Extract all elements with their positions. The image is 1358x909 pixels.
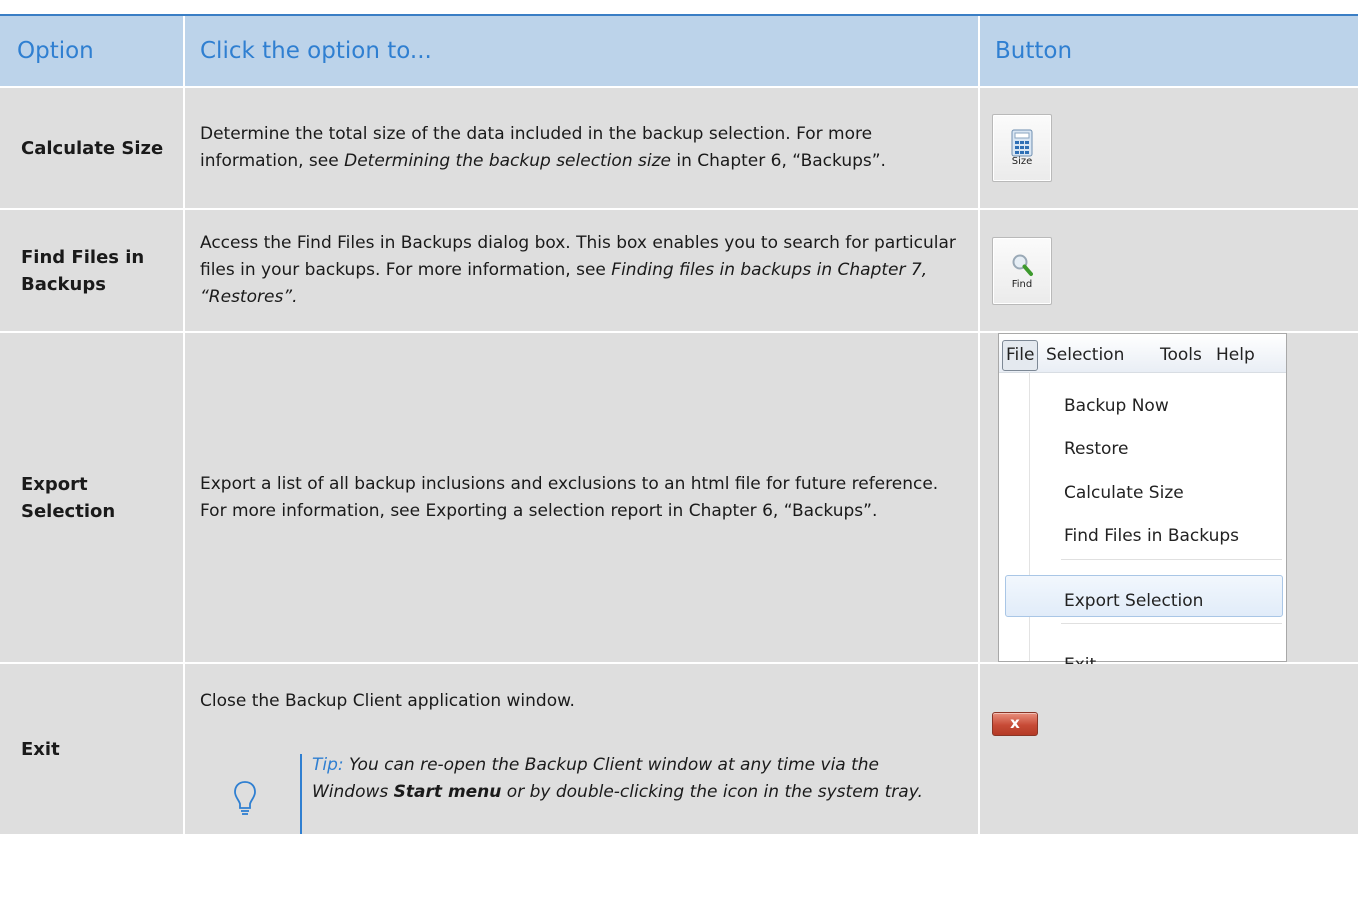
table-row: Calculate Size Determine the total size … bbox=[0, 86, 1358, 209]
menu-gutter bbox=[1029, 372, 1030, 661]
table-header-row: Option Click the option to... Button bbox=[0, 16, 1358, 87]
desc-reference: Determining the backup selection size bbox=[344, 151, 671, 171]
option-description: Access the Find Files in Backups dialog … bbox=[183, 208, 979, 332]
option-description: Export a list of all backup inclusions a… bbox=[183, 331, 979, 663]
button-cell: Size bbox=[978, 86, 1358, 209]
button-cell: Find bbox=[978, 208, 1358, 332]
find-button[interactable]: Find bbox=[992, 236, 1052, 305]
size-button-label: Size bbox=[1011, 156, 1033, 167]
table-row: Exit Close the Backup Client application… bbox=[0, 662, 1358, 834]
header-description: Click the option to... bbox=[183, 16, 979, 87]
exit-description: Close the Backup Client application wind… bbox=[200, 664, 963, 834]
menu-item-export-selection[interactable]: Export Selection bbox=[1064, 588, 1203, 615]
menu-file[interactable]: File bbox=[1002, 340, 1039, 371]
file-menu-screenshot: File Selection Tools Help Backup Now Res… bbox=[998, 333, 1287, 675]
button-cell: File Selection Tools Help Backup Now Res… bbox=[978, 331, 1358, 675]
menu-help[interactable]: Help bbox=[1216, 342, 1255, 369]
options-table: Option Click the option to... Button Cal… bbox=[0, 16, 1358, 834]
table-row: Find Files in Backups Access the Find Fi… bbox=[0, 208, 1358, 332]
menu-selection[interactable]: Selection bbox=[1046, 342, 1124, 369]
tip-start-menu: Start menu bbox=[393, 782, 502, 802]
menu-tools[interactable]: Tools bbox=[1160, 342, 1202, 369]
tip-text: Tip: You can re-open the Backup Client w… bbox=[312, 752, 952, 806]
tip-body-c: or by double-clicking the icon in the sy… bbox=[501, 782, 923, 802]
desc-tail: in Chapter 6, “Backups”. bbox=[670, 151, 886, 171]
lightbulb-icon bbox=[234, 781, 256, 815]
option-description: Determine the total size of the data inc… bbox=[183, 86, 979, 209]
tip-label: Tip: bbox=[312, 755, 344, 775]
header-option: Option bbox=[0, 16, 184, 87]
option-name: Exit bbox=[0, 662, 184, 834]
menu-item-find-files[interactable]: Find Files in Backups bbox=[1064, 523, 1239, 550]
option-name: Export Selection bbox=[0, 331, 184, 663]
find-button-label: Find bbox=[1011, 278, 1033, 290]
menu-item-backup-now[interactable]: Backup Now bbox=[1064, 393, 1169, 420]
desc-text: Close the Backup Client application wind… bbox=[200, 691, 575, 711]
table-row: Export Selection Export a list of all ba… bbox=[0, 331, 1358, 675]
button-cell: x bbox=[978, 662, 1358, 834]
close-button[interactable]: x bbox=[992, 712, 1038, 736]
header-button: Button bbox=[978, 16, 1358, 87]
option-description: Close the Backup Client application wind… bbox=[183, 662, 979, 834]
menu-item-restore[interactable]: Restore bbox=[1064, 436, 1129, 463]
menu-separator bbox=[1061, 623, 1282, 624]
size-button[interactable]: Size bbox=[992, 114, 1052, 182]
option-name: Find Files in Backups bbox=[0, 208, 184, 332]
menu-separator bbox=[1061, 559, 1282, 560]
close-icon: x bbox=[1010, 714, 1020, 732]
tip-bar bbox=[300, 754, 302, 834]
menu-bar: File Selection Tools Help bbox=[999, 334, 1286, 373]
option-name: Calculate Size bbox=[0, 86, 184, 209]
menu-item-calculate-size[interactable]: Calculate Size bbox=[1064, 480, 1184, 507]
